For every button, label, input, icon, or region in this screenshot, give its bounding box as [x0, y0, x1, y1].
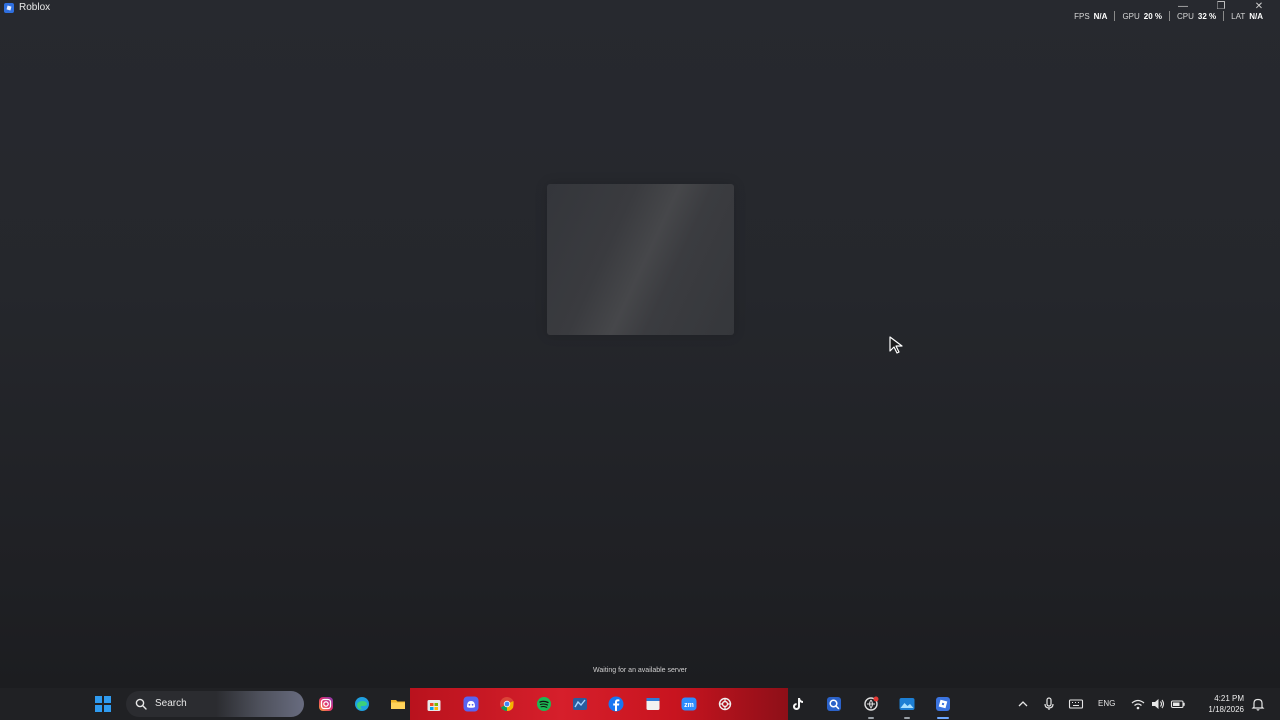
tiktok-icon[interactable] [790, 696, 806, 712]
app-window-icon[interactable] [645, 696, 661, 712]
zoom-icon[interactable]: zm [681, 696, 697, 712]
search-highlight-image [216, 691, 304, 717]
fps-label: FPS [1074, 11, 1090, 21]
keyboard-icon[interactable] [1068, 696, 1084, 712]
instagram-icon[interactable] [318, 696, 334, 712]
clock-date: 1/18/2026 [1208, 705, 1244, 714]
gpu-label: GPU [1122, 11, 1140, 21]
chrome-icon[interactable] [499, 696, 515, 712]
browser-app-icon[interactable] [863, 696, 879, 712]
taskbar: Search zm ENG 4:21 PM 1/18/2026 [0, 688, 1280, 720]
fps-stat: FPS N/A [1067, 12, 1114, 21]
active-app-indicator [937, 717, 949, 719]
gpu-value: 20 % [1143, 11, 1163, 21]
search-label: Search [155, 698, 187, 709]
spotify-icon[interactable] [536, 696, 552, 712]
file-explorer-icon[interactable] [390, 696, 406, 712]
cpu-value: 32 % [1197, 11, 1217, 21]
loading-thumbnail-placeholder [547, 184, 734, 335]
cpu-stat: CPU 32 % [1170, 12, 1223, 21]
performance-stats: FPS N/A GPU 20 % CPU 32 % LAT N/A [1067, 10, 1270, 22]
notifications-icon[interactable] [1250, 696, 1266, 712]
taskbar-search[interactable]: Search [126, 691, 304, 717]
running-indicator [904, 717, 910, 719]
cpu-label: CPU [1177, 11, 1194, 21]
chatgpt-icon[interactable] [717, 696, 733, 712]
microsoft-store-icon[interactable] [426, 696, 442, 712]
system-clock[interactable]: 4:21 PM 1/18/2026 [1196, 693, 1244, 715]
network-app-icon[interactable] [572, 696, 588, 712]
latency-value: N/A [1249, 11, 1263, 21]
roblox-taskbar-icon[interactable] [935, 696, 951, 712]
mouse-cursor-icon [889, 336, 903, 354]
gpu-stat: GPU 20 % [1115, 12, 1169, 21]
latency-label: LAT [1231, 11, 1246, 21]
photos-app-icon[interactable] [899, 696, 915, 712]
search-app-icon[interactable] [826, 696, 842, 712]
latency-stat: LAT N/A [1224, 12, 1270, 21]
volume-icon[interactable] [1150, 696, 1166, 712]
microphone-icon[interactable] [1041, 696, 1057, 712]
svg-text:zm: zm [684, 702, 694, 709]
language-indicator[interactable]: ENG [1098, 697, 1115, 711]
battery-icon[interactable] [1170, 696, 1186, 712]
start-button[interactable] [95, 696, 111, 712]
show-hidden-icons-icon[interactable] [1015, 696, 1031, 712]
server-status-message: Waiting for an available server [593, 667, 687, 674]
window-title: Roblox [19, 2, 51, 13]
fps-value: N/A [1093, 11, 1108, 21]
search-icon [135, 698, 147, 710]
facebook-icon[interactable] [608, 696, 624, 712]
edge-browser-icon[interactable] [354, 696, 370, 712]
running-indicator [868, 717, 874, 719]
wifi-icon[interactable] [1130, 696, 1146, 712]
clock-time: 4:21 PM [1214, 694, 1244, 703]
roblox-app-icon [4, 3, 14, 13]
discord-icon[interactable] [463, 696, 479, 712]
